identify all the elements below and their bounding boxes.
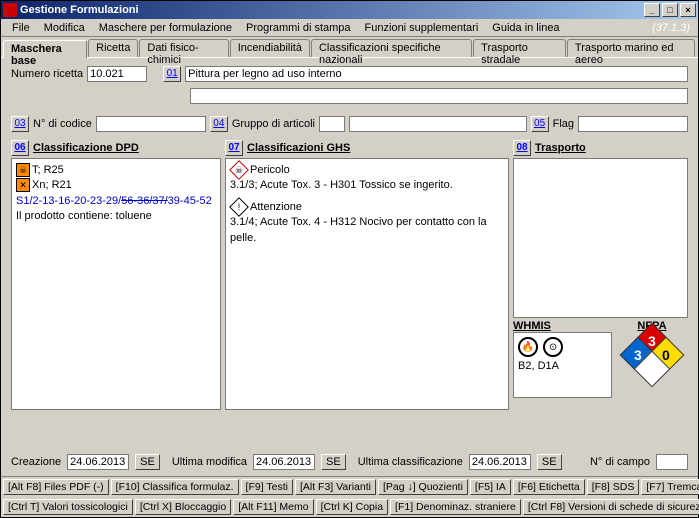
field-08-button[interactable]: 08 bbox=[513, 140, 531, 156]
tab-classificazioni[interactable]: Classificazioni specifiche nazionali bbox=[311, 39, 472, 57]
ghs-line1: 3.1/3; Acute Tox. 3 - H301 Tossico se in… bbox=[230, 178, 504, 193]
window-title: Gestione Formulazioni bbox=[20, 4, 642, 16]
ghs-line2: 3.1/4; Acute Tox. 4 - H312 Nocivo per co… bbox=[230, 215, 504, 246]
fn-pagdown[interactable]: [Pag ↓] Quozienti bbox=[378, 479, 468, 495]
minimize-button[interactable]: _ bbox=[644, 3, 660, 17]
fn-f7[interactable]: [F7] Tremcard bbox=[641, 479, 699, 495]
fn-ctrlt[interactable]: [Ctrl T] Valori tossicologici bbox=[3, 499, 133, 515]
ghs-exclamation-icon: ! bbox=[229, 197, 249, 217]
fn-f10[interactable]: [F10] Classifica formulaz. bbox=[111, 479, 239, 495]
field-03-button[interactable]: 03 bbox=[11, 116, 29, 132]
numero-ricetta-input[interactable] bbox=[87, 66, 147, 82]
tab-trasporto-marino[interactable]: Trasporto marino ed aereo bbox=[567, 39, 695, 57]
ncampo-label: N° di campo bbox=[590, 456, 650, 468]
flag-label: Flag bbox=[553, 118, 574, 130]
toxic-icon: ☠ bbox=[16, 163, 30, 177]
dpd-line1: T; R25 bbox=[32, 164, 64, 176]
classif-input[interactable] bbox=[469, 454, 531, 470]
field-07-button[interactable]: 07 bbox=[225, 140, 243, 156]
tab-dati[interactable]: Dati fisico-chimici bbox=[139, 39, 228, 57]
menu-funzioni[interactable]: Funzioni supplementari bbox=[358, 22, 486, 34]
ghs-skull-icon: ☠ bbox=[229, 160, 249, 180]
tab-trasporto-stradale[interactable]: Trasporto stradale bbox=[473, 39, 566, 57]
ncodice-input[interactable] bbox=[96, 116, 206, 132]
flag-input[interactable] bbox=[578, 116, 688, 132]
numero-ricetta-label: Numero ricetta bbox=[11, 68, 83, 80]
function-bar-bottom: [Ctrl T] Valori tossicologici [Ctrl X] B… bbox=[1, 497, 698, 517]
version-label: (37.1.3) bbox=[652, 22, 694, 34]
maximize-button[interactable]: □ bbox=[662, 3, 678, 17]
menu-guida[interactable]: Guida in linea bbox=[485, 22, 566, 34]
menu-modifica[interactable]: Modifica bbox=[37, 22, 92, 34]
ghs-pericolo: Pericolo bbox=[250, 164, 290, 176]
gruppo-label: Gruppo di articoli bbox=[232, 118, 315, 130]
ghs-panel: ☠Pericolo 3.1/3; Acute Tox. 3 - H301 Tos… bbox=[225, 158, 509, 410]
menu-file[interactable]: File bbox=[5, 22, 37, 34]
whmis-t-icon: ⊙ bbox=[543, 337, 563, 357]
whmis-panel: 🔥 ⊙ B2, D1A bbox=[513, 332, 612, 398]
tab-maschera-base[interactable]: Maschera base bbox=[3, 40, 87, 58]
gruppo-code-input[interactable] bbox=[319, 116, 345, 132]
gruppo-desc-input[interactable] bbox=[349, 116, 527, 132]
descrizione2-input[interactable] bbox=[190, 88, 688, 104]
fn-ctrlk[interactable]: [Ctrl K] Copia bbox=[316, 499, 388, 515]
fn-altf8[interactable]: [Alt F8] Files PDF (-) bbox=[3, 479, 109, 495]
dpd-classes[interactable]: S1/2-13-16-20-23-29/56-36/37/39-45-52 bbox=[16, 194, 216, 209]
trasporto-panel bbox=[513, 158, 688, 318]
dpd-contains: Il prodotto contiene: toluene bbox=[16, 209, 216, 224]
titlebar: Gestione Formulazioni _ □ × bbox=[1, 1, 698, 19]
function-bar-top: [Alt F8] Files PDF (-) [F10] Classifica … bbox=[1, 476, 698, 497]
creazione-se-button[interactable]: SE bbox=[135, 454, 160, 470]
tab-incendiabilita[interactable]: Incendiabilità bbox=[230, 39, 310, 57]
modifica-input[interactable] bbox=[253, 454, 315, 470]
dpd-panel: ☠T; R25 ✕Xn; R21 S1/2-13-16-20-23-29/56-… bbox=[11, 158, 221, 410]
menubar: File Modifica Maschere per formulazione … bbox=[1, 19, 698, 37]
app-icon bbox=[3, 3, 17, 17]
dpd-title: Classificazione DPD bbox=[33, 142, 139, 154]
descrizione-input[interactable] bbox=[185, 66, 688, 82]
field-04-button[interactable]: 04 bbox=[210, 116, 228, 132]
ghs-attenzione: Attenzione bbox=[250, 201, 302, 213]
whmis-codes: B2, D1A bbox=[518, 359, 607, 374]
fn-altf3[interactable]: [Alt F3] Varianti bbox=[295, 479, 376, 495]
fn-f1[interactable]: [F1] Denominaz. straniere bbox=[390, 499, 521, 515]
nfpa-diamond: 3 3 0 bbox=[625, 328, 679, 382]
fn-ctrlx[interactable]: [Ctrl X] Bloccaggio bbox=[135, 499, 231, 515]
fn-f6[interactable]: [F6] Etichetta bbox=[513, 479, 585, 495]
trasporto-title: Trasporto bbox=[535, 142, 586, 154]
menu-programmi[interactable]: Programmi di stampa bbox=[239, 22, 358, 34]
creazione-label: Creazione bbox=[11, 456, 61, 468]
fn-altf11[interactable]: [Alt F11] Memo bbox=[233, 499, 313, 515]
ncampo-input[interactable] bbox=[656, 454, 688, 470]
fn-ctrlf8[interactable]: [Ctrl F8] Versioni di schede di sicurezz… bbox=[523, 499, 699, 515]
nfpa-reactivity: 0 bbox=[662, 347, 670, 363]
classif-label: Ultima classificazione bbox=[358, 456, 463, 468]
modifica-se-button[interactable]: SE bbox=[321, 454, 346, 470]
ghs-title: Classificazioni GHS bbox=[247, 142, 350, 154]
app-window: Gestione Formulazioni _ □ × File Modific… bbox=[0, 0, 699, 518]
modifica-label: Ultima modifica bbox=[172, 456, 247, 468]
ncodice-label: N° di codice bbox=[33, 118, 92, 130]
dpd-line2: Xn; R21 bbox=[32, 179, 72, 191]
menu-maschere[interactable]: Maschere per formulazione bbox=[92, 22, 239, 34]
creazione-input[interactable] bbox=[67, 454, 129, 470]
classif-se-button[interactable]: SE bbox=[537, 454, 562, 470]
field-01-button[interactable]: 01 bbox=[163, 66, 181, 82]
tab-ricetta[interactable]: Ricetta bbox=[88, 39, 138, 57]
field-06-button[interactable]: 06 bbox=[11, 140, 29, 156]
harmful-icon: ✕ bbox=[16, 178, 30, 192]
fn-f8[interactable]: [F8] SDS bbox=[587, 479, 640, 495]
field-05-button[interactable]: 05 bbox=[531, 116, 549, 132]
whmis-title: WHMIS bbox=[513, 320, 612, 332]
fn-f5[interactable]: [F5] IA bbox=[470, 479, 511, 495]
whmis-flame-icon: 🔥 bbox=[518, 337, 538, 357]
close-button[interactable]: × bbox=[680, 3, 696, 17]
tabbar: Maschera base Ricetta Dati fisico-chimic… bbox=[1, 37, 698, 57]
content-area: Numero ricetta 01 03 N° di codice 04 Gru… bbox=[1, 57, 698, 476]
fn-f9[interactable]: [F9] Testi bbox=[241, 479, 293, 495]
